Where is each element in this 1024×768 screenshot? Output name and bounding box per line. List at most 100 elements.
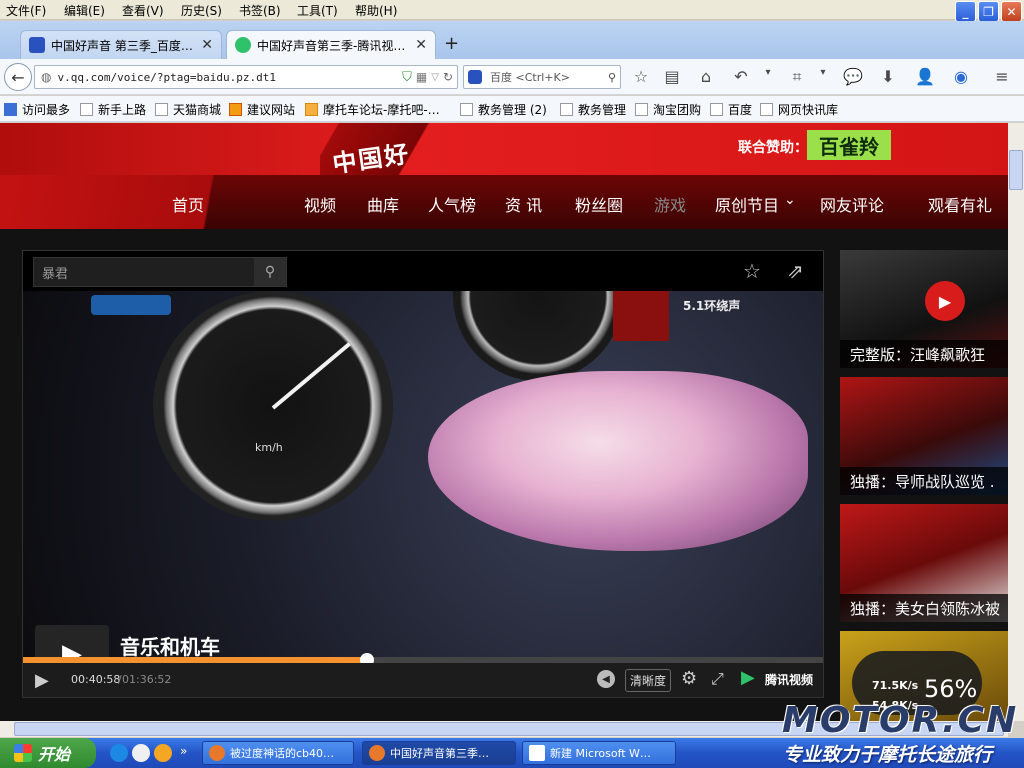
menu-icon[interactable]: ≡ <box>992 67 1012 86</box>
sidebar-video-item[interactable]: 独播：导师战队巡览 . <box>840 377 1008 495</box>
nav-charts[interactable]: 人气榜 <box>428 192 476 216</box>
gear-icon[interactable]: ⚙ <box>681 668 697 689</box>
share-icon[interactable]: ⇗ <box>787 259 804 283</box>
crop-icon[interactable]: ⌗ <box>787 67 807 87</box>
play-icon[interactable]: ▶ <box>925 281 965 321</box>
menu-bookmarks[interactable]: 书签(B) <box>239 2 281 19</box>
start-button[interactable]: 开始 <box>0 738 96 768</box>
tab-close-icon[interactable]: ✕ <box>415 37 427 53</box>
chevron-down-icon[interactable]: ▾ <box>813 67 833 78</box>
sponsor-brand[interactable]: 百雀羚 <box>807 130 891 160</box>
qr-code-icon[interactable]: ▦ <box>416 70 427 84</box>
tab-close-icon[interactable]: ✕ <box>201 37 213 53</box>
bookmark-label: 教务管理 <box>578 103 627 117</box>
big-play-button[interactable]: ▶ <box>35 625 109 657</box>
bookmark-item[interactable]: 新手上路 <box>80 101 146 118</box>
menu-file[interactable]: 文件(F) <box>6 2 46 19</box>
restore-button[interactable]: ❐ <box>978 1 999 22</box>
nav-comments[interactable]: 网友评论 <box>820 192 884 216</box>
user-icon[interactable]: 👤 <box>915 67 935 86</box>
bookmark-item[interactable]: 摩托车论坛-摩托吧-… <box>305 101 440 118</box>
fullscreen-icon[interactable]: ⤢ <box>711 669 724 689</box>
bookmark-item[interactable]: 百度 <box>710 101 752 118</box>
bookmark-item[interactable]: 天猫商城 <box>155 101 221 118</box>
minimize-button[interactable]: _ <box>955 1 976 22</box>
vertical-scrollbar[interactable] <box>1008 123 1024 721</box>
menu-history[interactable]: 历史(S) <box>181 2 222 19</box>
chevron-down-icon[interactable]: ▾ <box>758 67 778 78</box>
close-window-button[interactable]: ✕ <box>1001 1 1022 22</box>
task-label: 被过度神话的cb40… <box>230 747 335 760</box>
tencent-video-icon <box>235 37 251 53</box>
bookmark-item[interactable]: 教务管理 (2) <box>460 101 547 118</box>
reading-list-icon[interactable]: ▤ <box>662 67 682 86</box>
search-icon[interactable]: ⚲ <box>608 71 616 84</box>
reload-icon[interactable]: ↻ <box>443 70 453 84</box>
vertical-scroll-thumb[interactable] <box>1009 150 1023 190</box>
show-desktop-icon[interactable] <box>132 744 150 762</box>
bookmark-item[interactable]: 访问最多 <box>4 101 70 118</box>
expand-chevron-icon[interactable]: » <box>180 744 198 762</box>
quality-button[interactable]: 清晰度 <box>625 669 672 692</box>
video-caption: 独播：美女白领陈冰被 <box>840 594 1008 622</box>
tab-label: 中国好声音 第三季_百度… <box>51 38 193 53</box>
url-bar[interactable]: ◍ v.qq.com/voice/?ptag=baidu.pz.dt1 ⛉ ▦ … <box>34 65 458 89</box>
player-search: ⚲ <box>33 257 287 287</box>
menu-tools[interactable]: 工具(T) <box>297 2 338 19</box>
sidebar-video-item[interactable]: ▶ 完整版：汪峰飙歌狂 <box>840 250 1008 368</box>
sync-icon[interactable]: ◉ <box>951 67 971 86</box>
bookmark-label: 百度 <box>728 103 753 117</box>
menu-view[interactable]: 查看(V) <box>122 2 164 19</box>
station-logo <box>91 295 171 315</box>
back-button[interactable]: ← <box>4 63 32 91</box>
bookmark-star-icon[interactable]: ☆ <box>631 67 651 86</box>
home-icon[interactable]: ⌂ <box>696 67 716 86</box>
gauge-unit: km/h <box>255 441 283 454</box>
nav-fans[interactable]: 粉丝圈 <box>575 192 623 216</box>
player-search-input[interactable] <box>34 258 254 286</box>
nav-rewards[interactable]: 观看有礼 <box>928 192 992 216</box>
favorite-star-icon[interactable]: ☆ <box>743 259 761 283</box>
nav-video[interactable]: 视频 <box>304 192 336 216</box>
nav-news[interactable]: 资 讯 <box>505 192 542 216</box>
bookmark-item[interactable]: 教务管理 <box>560 101 626 118</box>
menu-help[interactable]: 帮助(H) <box>355 2 397 19</box>
video-title: 音乐和机车 <box>120 635 220 657</box>
taskbar-task[interactable]: 中国好声音第三季… <box>362 741 516 765</box>
volume-icon[interactable]: ◀ <box>597 670 615 688</box>
magnifier-icon[interactable]: ⚲ <box>254 258 286 286</box>
undo-icon[interactable]: ↶ <box>731 67 751 86</box>
tab-tencent-video[interactable]: 中国好声音第三季-腾讯视… ✕ <box>226 30 436 59</box>
shield-icon[interactable]: ⛉ <box>402 70 412 85</box>
sidebar-video-item[interactable]: 独播：美女白领陈冰被 <box>840 504 1008 622</box>
search-bar[interactable]: 百度 <Ctrl+K> ⚲ <box>463 65 621 89</box>
new-tab-button[interactable]: + <box>444 33 459 54</box>
chevron-down-icon[interactable]: ⌄ <box>784 192 796 208</box>
firefox-icon <box>369 745 385 761</box>
qq-icon[interactable] <box>154 744 172 762</box>
taskbar-task[interactable]: 新建 Microsoft W… <box>522 741 676 765</box>
speedometer-gauge: km/h <box>153 291 393 521</box>
chat-icon[interactable]: 💬 <box>843 67 863 86</box>
taskbar-task[interactable]: 被过度神话的cb40… <box>202 741 354 765</box>
play-icon[interactable]: ▶ <box>35 670 49 691</box>
tab-baidu[interactable]: 中国好声音 第三季_百度… ✕ <box>20 30 222 59</box>
nav-games[interactable]: 游戏 <box>654 192 686 216</box>
tencent-video-brand[interactable]: 腾讯视频 <box>765 671 813 688</box>
word-document-icon <box>529 745 545 761</box>
bookmark-item[interactable]: 淘宝团购 <box>635 101 701 118</box>
ie-icon[interactable] <box>110 744 128 762</box>
nav-library[interactable]: 曲库 <box>367 192 399 216</box>
menu-edit[interactable]: 编辑(E) <box>64 2 105 19</box>
start-label: 开始 <box>38 745 71 764</box>
bookmark-item[interactable]: 建议网站 <box>229 101 295 118</box>
download-icon[interactable]: ⬇ <box>878 67 898 86</box>
video-frame[interactable]: km/h 5.1环绕声 ▶ 音乐和机车 <box>23 291 823 657</box>
bookmark-item[interactable]: 网页快讯库 <box>760 101 838 118</box>
bookmark-label: 建议网站 <box>247 103 296 117</box>
site-nav: 首页 视频 曲库 人气榜 资 讯 粉丝圈 游戏 原创节目 ⌄ 网友评论 观看有礼 <box>0 175 1008 229</box>
nav-home[interactable]: 首页 <box>172 192 204 216</box>
nav-original[interactable]: 原创节目 <box>715 192 779 216</box>
dropdown-icon[interactable]: ▽ <box>431 72 439 83</box>
baidu-paw-icon <box>29 37 45 53</box>
